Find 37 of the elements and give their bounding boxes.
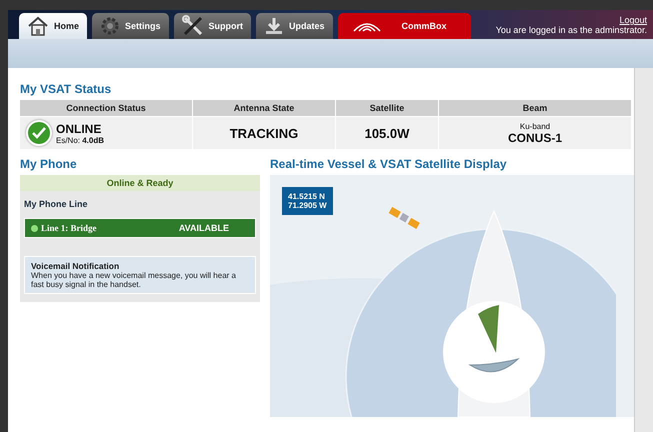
notification-title: Voicemail Notification [31,261,120,271]
column-header: Antenna State [193,100,335,116]
satellite-icon [388,206,420,229]
tools-icon [182,15,204,37]
line-status: AVAILABLE [178,223,229,233]
signal-reading: Es/No: 4.0dB [56,136,104,144]
logout-link[interactable]: Logout [619,15,647,25]
nav-tab[interactable]: Settings [92,13,169,39]
beam-name: CONUS-1 [508,130,562,144]
subsection-title: My Phone Line [24,199,89,209]
latitude-text: 41.5215 N [288,192,326,201]
nav-tab[interactable]: Home [19,13,88,39]
column-header: Satellite [336,100,438,116]
phone-line-row[interactable]: Line 1: Bridge AVAILABLE [24,218,256,238]
gear-icon [100,16,120,36]
column-header: Connection Status [20,100,192,116]
dish-icon [470,358,518,372]
nav-tab[interactable]: CommBox [338,13,471,39]
table-cell: 105.0W [336,117,438,149]
beam-cone-icon [478,305,499,353]
section-title: My Phone [20,157,78,171]
download-icon [264,16,284,36]
login-message: You are logged in as the adminstrator. [496,25,647,35]
notification-text: When you have a new voicemail message, you will hear a fast busy signal in the handset. [31,271,237,289]
section-title: My VSAT Status [20,82,112,96]
section-title: Real-time Vessel & VSAT Satellite Display [270,157,508,171]
table-cell: TRACKING [193,117,335,149]
connection-state: ONLINE [56,122,102,136]
house-icon [27,16,49,36]
line-name: Line 1: Bridge [41,223,98,233]
longitude-text: 71.2905 W [288,201,327,210]
band-label: Ku-band [520,122,550,130]
status-banner: Online & Ready [20,175,260,191]
column-header: Beam [439,100,631,116]
nav-tab[interactable]: Updates [256,13,333,39]
status-dot-icon [31,224,38,232]
nav-tab[interactable]: Support [174,13,252,39]
